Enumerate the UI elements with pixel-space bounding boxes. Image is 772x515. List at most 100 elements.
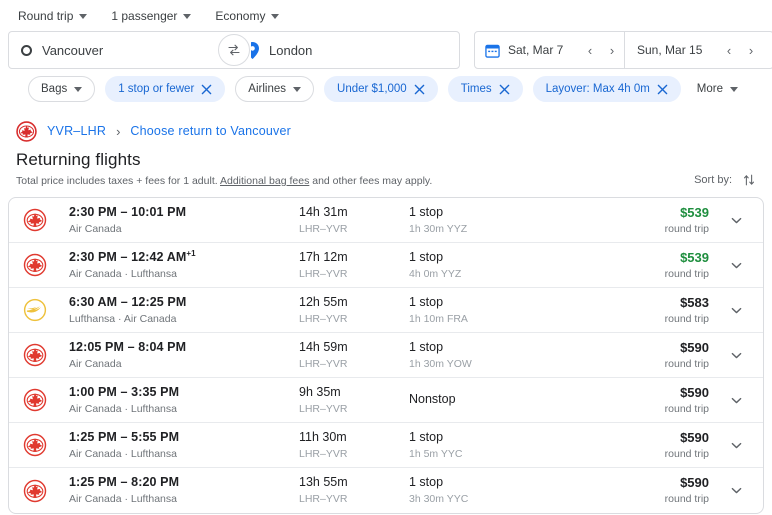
flight-expand-button[interactable]	[715, 393, 757, 408]
flight-route: LHR–YVR	[299, 312, 348, 325]
flight-price: $590	[680, 475, 709, 491]
filter-chip-label: 1 stop or fewer	[118, 83, 195, 95]
filter-chip-5[interactable]: Layover: Max 4h 0m	[532, 76, 681, 102]
air-canada-logo	[23, 208, 47, 232]
chevron-down-icon	[731, 442, 741, 448]
flight-times-text: 12:05 PM – 8:04 PM	[69, 339, 187, 354]
flight-row[interactable]: 2:30 PM – 12:42 AM+1 Air Canada · Lufthan…	[9, 243, 763, 288]
filter-chip-label: Bags	[41, 83, 68, 95]
trip-option-0[interactable]: Round trip	[10, 5, 95, 27]
trip-option-2[interactable]: Economy	[207, 5, 287, 27]
flight-stops-column: 1 stop 3h 30m YYC	[409, 475, 597, 505]
breadcrumb-route-link[interactable]: YVR–LHR	[47, 124, 106, 138]
flight-airlines: Lufthansa · Air Canada	[69, 312, 177, 325]
flight-expand-button[interactable]	[715, 348, 757, 363]
return-date-cell: Sun, Mar 15 ‹ ›	[624, 32, 763, 68]
close-icon	[201, 84, 212, 94]
flight-times-text: 1:00 PM – 3:35 PM	[69, 384, 180, 399]
flight-duration-column: 14h 31m LHR–YVR	[299, 205, 409, 235]
filter-chip-row: Bags 1 stop or fewer Airlines Under $1,000 T…	[0, 72, 772, 106]
swap-button[interactable]	[218, 34, 250, 66]
flight-stops: 1 stop	[409, 204, 444, 219]
breadcrumb-separator-icon: ›	[116, 123, 121, 139]
flight-times-column: 1:25 PM – 8:20 PM Air Canada · Lufthansa	[69, 475, 299, 505]
chevron-down-icon	[183, 13, 192, 19]
flight-expand-button[interactable]	[715, 258, 757, 273]
chevron-down-icon	[730, 86, 738, 92]
destination-field[interactable]: London	[234, 32, 459, 68]
flight-duration: 13h 55m	[299, 475, 348, 490]
flight-price-column: $590 round trip	[597, 430, 715, 461]
chevron-down-icon	[271, 13, 280, 19]
return-date-value[interactable]: Sun, Mar 15	[637, 43, 702, 57]
flight-duration: 11h 30m	[299, 429, 347, 444]
flight-stop-detail: 1h 30m YOW	[409, 357, 472, 370]
price-note-prefix: Total price includes taxes + fees for 1 …	[16, 175, 220, 187]
flight-row[interactable]: 1:25 PM – 8:20 PM Air Canada · Lufthansa 1…	[9, 468, 763, 513]
origin-value: Vancouver	[42, 42, 104, 58]
flight-duration: 9h 35m	[299, 384, 341, 399]
return-next-button[interactable]: ›	[741, 40, 761, 60]
chevron-down-icon	[74, 86, 83, 92]
flight-times: 2:30 PM – 12:42 AM+1	[69, 249, 299, 266]
depart-next-button[interactable]: ›	[602, 40, 622, 60]
flight-expand-button[interactable]	[715, 438, 757, 453]
flight-price: $590	[680, 429, 709, 445]
flight-row[interactable]: 1:25 PM – 5:55 PM Air Canada · Lufthansa 1…	[9, 423, 763, 468]
breadcrumb-current[interactable]: Choose return to Vancouver	[130, 124, 291, 138]
flight-times: 12:05 PM – 8:04 PM	[69, 340, 299, 356]
filter-chip-0[interactable]: Bags	[28, 76, 96, 102]
flight-expand-button[interactable]	[715, 213, 757, 228]
depart-prev-button[interactable]: ‹	[580, 40, 600, 60]
flight-row[interactable]: 12:05 PM – 8:04 PM Air Canada 14h 59m LHR–Y…	[9, 333, 763, 378]
chevron-down-icon	[731, 217, 741, 223]
depart-date-value[interactable]: Sat, Mar 7	[508, 43, 563, 57]
flight-stops: 1 stop	[409, 475, 444, 490]
flight-airlines: Air Canada · Lufthansa	[69, 447, 177, 460]
flight-stops: 1 stop	[409, 294, 444, 309]
flight-row[interactable]: 1:00 PM – 3:35 PM Air Canada · Lufthansa 9…	[9, 378, 763, 423]
flight-row[interactable]: 2:30 PM – 10:01 PM Air Canada 14h 31m LHR–Y…	[9, 198, 763, 243]
trip-option-1[interactable]: 1 passenger	[103, 5, 199, 27]
flight-stop-detail: 1h 30m YYZ	[409, 222, 468, 235]
filter-chip-clear-button[interactable]	[414, 84, 425, 95]
flight-row[interactable]: 6:30 AM – 12:25 PM Lufthansa · Air Canada…	[9, 288, 763, 333]
flight-stops: 1 stop	[409, 339, 444, 354]
filter-chip-1[interactable]: 1 stop or fewer	[105, 76, 226, 102]
filter-chip-label: Airlines	[248, 83, 287, 95]
origin-field[interactable]: Vancouver	[9, 32, 234, 68]
flight-expand-button[interactable]	[715, 483, 757, 498]
flight-duration-column: 12h 55m LHR–YVR	[299, 295, 409, 325]
close-icon	[499, 84, 509, 94]
filter-chip-clear-button[interactable]	[499, 84, 510, 95]
flight-stops-column: 1 stop 1h 30m YYZ	[409, 205, 597, 235]
flight-stops-column: 1 stop 1h 10m FRA	[409, 295, 597, 325]
airline-logo	[23, 433, 69, 457]
flight-times-column: 2:30 PM – 12:42 AM+1 Air Canada · Lufthan…	[69, 249, 299, 280]
filter-chip-4[interactable]: Times	[447, 76, 523, 102]
flight-price-column: $539 round trip	[597, 205, 715, 236]
filter-chip-clear-button[interactable]	[657, 84, 668, 95]
air-canada-logo	[23, 388, 47, 412]
filter-chip-clear-button[interactable]	[201, 84, 212, 95]
filter-chip-3[interactable]: Under $1,000	[324, 76, 438, 102]
flight-price-column: $590 round trip	[597, 340, 715, 371]
return-prev-button[interactable]: ‹	[719, 40, 739, 60]
flight-airlines: Air Canada	[69, 222, 122, 235]
flight-times-text: 2:30 PM – 10:01 PM	[69, 204, 187, 219]
flight-duration-column: 9h 35m LHR–YVR	[299, 385, 409, 415]
sort-by-label: Sort by:	[694, 174, 732, 186]
flight-price-note: round trip	[664, 267, 709, 280]
flight-expand-button[interactable]	[715, 303, 757, 318]
flight-times-column: 1:00 PM – 3:35 PM Air Canada · Lufthansa	[69, 385, 299, 415]
flight-times: 1:00 PM – 3:35 PM	[69, 385, 299, 401]
flight-route: LHR–YVR	[299, 447, 348, 460]
additional-bag-fees-link[interactable]: Additional bag fees	[220, 175, 309, 187]
origin-circle-icon	[21, 44, 32, 56]
flight-search-page: Round trip 1 passenger Economy Vancouver L…	[0, 0, 772, 515]
more-filters-button[interactable]: More	[691, 83, 744, 95]
airline-logo	[23, 479, 69, 503]
flight-stop-detail: 1h 5m YYC	[409, 447, 463, 460]
filter-chip-2[interactable]: Airlines	[235, 76, 315, 102]
sort-by-control[interactable]: Sort by:	[694, 173, 756, 187]
